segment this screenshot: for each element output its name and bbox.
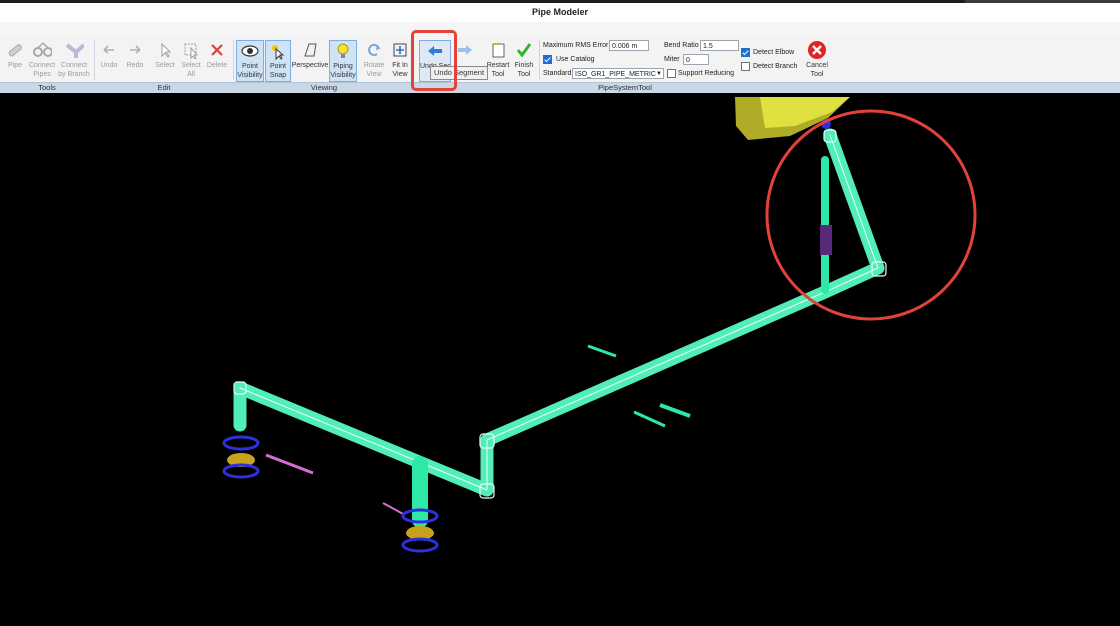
separator (233, 40, 234, 80)
magenta-stub (382, 502, 406, 516)
connect-branch-icon (64, 40, 84, 60)
point-snap-button[interactable]: Point Snap (265, 40, 291, 82)
undo-label: Undo (100, 62, 118, 69)
pipe-stub (633, 410, 666, 428)
pipe-label: Pipe (7, 62, 22, 69)
detect-branch-checkbox[interactable] (741, 62, 750, 71)
fit-in-view-button[interactable]: Fit In View (388, 40, 412, 82)
arrow-right-icon (455, 40, 475, 60)
separator (94, 40, 95, 80)
select-all-button[interactable]: Select All (179, 40, 203, 82)
perspective-label: Perspective (291, 62, 329, 69)
undo-icon (99, 40, 119, 60)
delete-icon (207, 40, 227, 60)
use-catalog-label: Use Catalog (556, 56, 595, 63)
use-catalog-checkbox[interactable] (543, 55, 552, 64)
annotation-circle (765, 109, 977, 321)
finish-tool-button[interactable]: Finish Tool (512, 40, 536, 82)
max-rms-input[interactable]: 0.006 m (609, 40, 649, 51)
select-label: Select (155, 62, 175, 69)
select-all-icon (181, 40, 201, 60)
bulb-icon (333, 41, 353, 61)
detect-branch-label: Detect Branch (753, 63, 798, 70)
checkmark-icon (514, 40, 534, 60)
rotate-view-label: Rotate View (363, 62, 385, 78)
fit-view-icon (390, 40, 410, 60)
finish-tool-label: Finish Tool (514, 62, 534, 78)
delete-label: Delete (206, 62, 228, 69)
detect-elbow-label: Detect Elbow (753, 49, 795, 56)
miter-label: Miter (664, 56, 680, 63)
pipe-stub (587, 344, 617, 358)
magenta-stub (265, 453, 314, 475)
bend-ratio-input[interactable]: 1.5 (700, 40, 739, 51)
cancel-icon (807, 40, 827, 60)
connect-branch-button[interactable]: Connect by Branch (58, 40, 90, 82)
miter-input[interactable]: 0 (683, 54, 709, 65)
max-rms-label: Maximum RMS Error (543, 42, 609, 49)
pipe-icon (5, 40, 25, 60)
fit-in-view-label: Fit In View (392, 62, 408, 78)
group-tools-label: Tools (38, 83, 56, 92)
pipe-model-scene (222, 97, 977, 553)
support-reducing-label: Support Reducing (678, 70, 735, 77)
window-title: Pipe Modeler (531, 7, 588, 17)
connect-pipes-label: Connect Pipes (28, 62, 56, 78)
group-pipesystem-label: PipeSystemTool (598, 83, 652, 92)
point-visibility-label: Point Visibility (237, 63, 263, 79)
title-bar: Pipe Modeler (0, 0, 1120, 22)
eye-icon (240, 41, 260, 61)
perspective-button[interactable]: Perspective (292, 40, 328, 82)
cursor-icon (155, 40, 175, 60)
point-snap-label: Point Snap (269, 63, 287, 79)
pipe-run (233, 128, 885, 528)
connect-pipes-button[interactable]: Connect Pipes (28, 40, 56, 82)
pipe-stub (659, 403, 691, 418)
restart-tool-button[interactable]: Restart Tool (485, 40, 511, 82)
restart-icon (488, 40, 508, 60)
redo-icon (125, 40, 145, 60)
annotation-highlight-box (411, 30, 457, 91)
detect-elbow-checkbox[interactable] (741, 48, 750, 57)
bend-ratio-label: Bend Ratio (664, 42, 699, 49)
connect-branch-label: Connect by Branch (58, 62, 90, 78)
group-edit-label: Edit (157, 83, 171, 92)
pipe-button[interactable]: Pipe (4, 40, 26, 82)
snap-icon (268, 41, 288, 61)
standard-select[interactable]: ISO_GR1_PIPE_METRIC ▼ (572, 68, 664, 79)
piping-visibility-button[interactable]: Piping Visibility (329, 40, 357, 82)
redo-button[interactable]: Redo (124, 40, 146, 82)
rotate-view-button[interactable]: Rotate View (361, 40, 387, 82)
point-visibility-button[interactable]: Point Visibility (236, 40, 264, 82)
3d-viewport[interactable] (0, 93, 1120, 626)
chevron-down-icon: ▼ (656, 71, 662, 77)
separator (539, 40, 540, 80)
cancel-tool-button[interactable]: Cancel Tool (803, 40, 831, 82)
standard-label: Standard (543, 70, 572, 77)
restart-tool-label: Restart Tool (486, 62, 510, 78)
connect-pipes-icon (32, 40, 52, 60)
piping-visibility-label: Piping Visibility (330, 63, 356, 79)
support-reducing-checkbox[interactable] (667, 69, 676, 78)
quick-access-bar (0, 22, 1120, 37)
flange-assembly-left (222, 435, 260, 479)
select-button[interactable]: Select (153, 40, 177, 82)
delete-button[interactable]: Delete (205, 40, 229, 82)
perspective-icon (300, 40, 320, 60)
cancel-tool-label: Cancel Tool (806, 62, 828, 78)
select-all-label: Select All (181, 62, 201, 78)
redo-label: Redo (126, 62, 144, 69)
group-viewing-label: Viewing (310, 83, 338, 92)
undo-button[interactable]: Undo (98, 40, 120, 82)
rotate-icon (364, 40, 384, 60)
title-strip (965, 0, 1120, 3)
standard-value: ISO_GR1_PIPE_METRIC (575, 71, 656, 78)
